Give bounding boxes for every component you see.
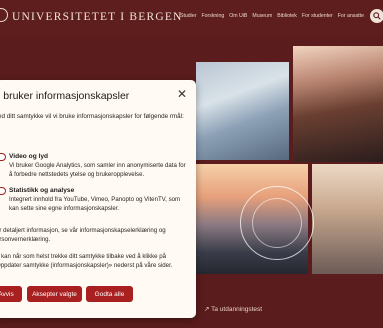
privacy-info-text: or detaljert informasjon, se vår informa… bbox=[0, 227, 166, 243]
dialog-title: i bruker informasjonskapsler bbox=[0, 90, 130, 102]
withdraw-consent-text: u kan når som helst trekke ditt samtykke… bbox=[0, 253, 173, 269]
option-title: Statistikk og analyse bbox=[9, 187, 75, 194]
nav-for-studenter[interactable]: For studenter bbox=[302, 13, 333, 19]
photo-lecture-hall bbox=[293, 46, 383, 162]
close-icon[interactable]: ✕ bbox=[176, 88, 188, 100]
education-test-link[interactable]: ↗ Ta utdanningstest bbox=[204, 305, 262, 313]
reject-button[interactable]: Avvis bbox=[0, 286, 22, 302]
accept-selected-button[interactable]: Aksepter valgte bbox=[27, 286, 82, 302]
nav-bibliotek[interactable]: Bibliotek bbox=[277, 13, 297, 19]
photo-students-walking bbox=[312, 164, 383, 274]
nav-for-ansatte[interactable]: For ansatte bbox=[338, 13, 364, 19]
photo-laboratory bbox=[196, 62, 289, 160]
nav-om-uib[interactable]: Om UiB bbox=[229, 13, 247, 19]
nav-studier[interactable]: Studier bbox=[180, 13, 196, 19]
nav-forskning[interactable]: Forskning bbox=[201, 13, 224, 19]
search-button[interactable] bbox=[370, 9, 383, 23]
option-title: Video og lyd bbox=[9, 153, 49, 160]
main-nav: Studier Forskning Om UiB Museum Bibliote… bbox=[180, 13, 364, 19]
option-description: Integrert innhold fra YouTube, Vimeo, Pa… bbox=[9, 196, 181, 212]
option-description: Vi bruker Google Analytics, som samler i… bbox=[9, 162, 186, 178]
accept-all-button[interactable]: Godta alle bbox=[86, 286, 133, 302]
video-consent-toggle[interactable] bbox=[0, 153, 6, 161]
cookie-consent-dialog: i bruker informasjonskapsler ✕ ed ditt s… bbox=[0, 80, 196, 318]
site-logo[interactable]: UNIVERSITETET I BERGEN bbox=[12, 11, 183, 23]
nav-museum[interactable]: Museum bbox=[252, 13, 272, 19]
university-seal-icon[interactable] bbox=[0, 8, 8, 22]
search-icon bbox=[373, 12, 381, 20]
dialog-intro: ed ditt samtykke vil vi bruke informasjo… bbox=[0, 113, 184, 120]
university-seal-watermark-inner bbox=[252, 198, 302, 248]
site-header: UNIVERSITETET I BERGEN Studier Forskning… bbox=[0, 0, 383, 36]
statistics-consent-toggle[interactable] bbox=[0, 187, 6, 195]
